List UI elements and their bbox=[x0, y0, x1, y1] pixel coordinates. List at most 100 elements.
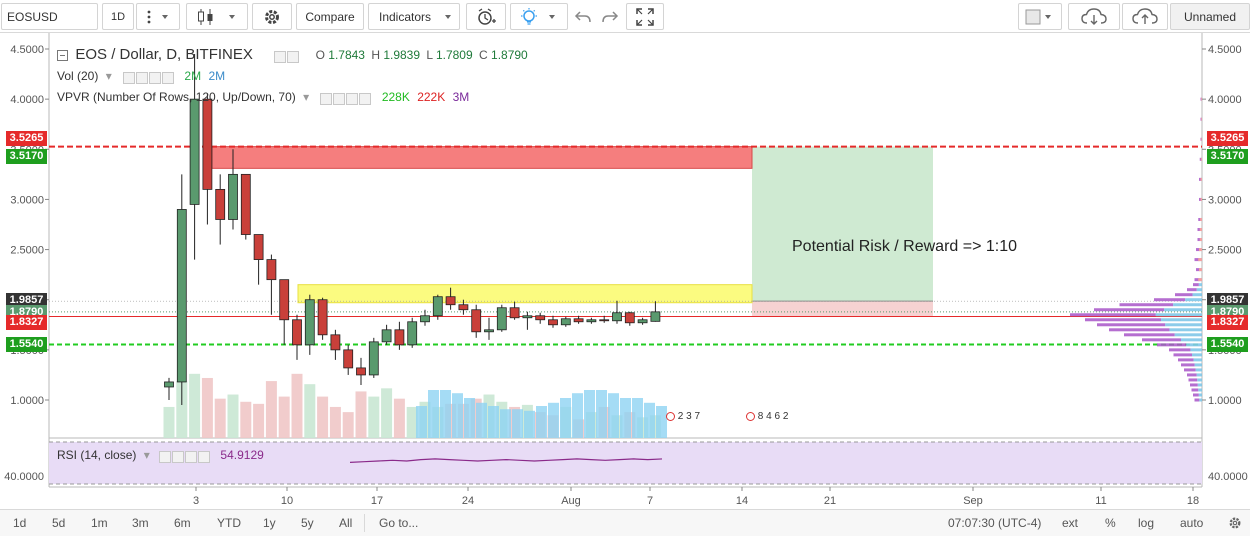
collapse-icon[interactable] bbox=[57, 50, 68, 62]
close-icon[interactable] bbox=[198, 450, 211, 463]
gear-icon[interactable] bbox=[172, 450, 185, 463]
load-layout-button[interactable] bbox=[1068, 3, 1120, 30]
reward-zone bbox=[752, 146, 933, 302]
gear-icon[interactable] bbox=[1228, 516, 1242, 530]
vpvr-row-down bbox=[1184, 368, 1196, 372]
gear-icon[interactable] bbox=[287, 50, 300, 63]
symbol-search-input[interactable]: EOSUSD bbox=[1, 3, 98, 30]
chart-style-button[interactable] bbox=[186, 3, 248, 30]
vpvr-row-up bbox=[1161, 318, 1202, 322]
range-1d[interactable]: 1d bbox=[13, 516, 26, 530]
candle-up bbox=[228, 173, 238, 220]
range-all[interactable]: All bbox=[339, 516, 352, 530]
clock[interactable]: 07:07:30 (UTC-4) bbox=[948, 516, 1041, 530]
candle-up bbox=[612, 312, 622, 322]
close-icon[interactable] bbox=[359, 92, 372, 105]
chart-area[interactable]: 4.50004.50004.00004.00003.50003.50003.00… bbox=[0, 33, 1250, 509]
format-icon[interactable] bbox=[185, 450, 198, 463]
ideas-button[interactable] bbox=[510, 3, 568, 30]
vpvr-row-up bbox=[1192, 293, 1202, 297]
settings-button[interactable] bbox=[252, 3, 292, 30]
cloud-download-icon bbox=[1081, 7, 1107, 25]
candle-down bbox=[330, 334, 341, 351]
ohlc-close: 1.8790 bbox=[491, 48, 528, 62]
fullscreen-button[interactable] bbox=[626, 3, 664, 30]
left-price-tick: 4.5000 bbox=[10, 44, 44, 56]
format-icon[interactable] bbox=[149, 71, 162, 84]
volume-legend-buttons[interactable] bbox=[123, 70, 175, 84]
ohlc-low: 1.7809 bbox=[435, 48, 473, 62]
range-1m[interactable]: 1m bbox=[91, 516, 108, 530]
range-ytd[interactable]: YTD bbox=[217, 516, 241, 530]
toggle-extended-hours[interactable]: ext bbox=[1062, 516, 1078, 530]
chevron-down-icon[interactable]: ▾ bbox=[144, 448, 150, 462]
vpvr-row-up bbox=[1196, 288, 1202, 292]
vpvr-row-down bbox=[1173, 353, 1193, 357]
vpvr-row-down bbox=[1187, 373, 1197, 377]
toggle-log-scale[interactable]: log bbox=[1138, 516, 1154, 530]
time-tick: Sep bbox=[963, 495, 983, 507]
compare-button[interactable]: Compare bbox=[296, 3, 364, 30]
candle-down bbox=[599, 319, 610, 322]
save-layout-button[interactable] bbox=[1122, 3, 1168, 30]
event-count: 3 bbox=[686, 411, 692, 422]
toggle-percent-scale[interactable]: % bbox=[1105, 516, 1116, 530]
vpvr-row-down bbox=[1175, 293, 1193, 297]
volume-bar bbox=[368, 396, 380, 438]
rsi-value: 54.9129 bbox=[220, 448, 264, 462]
chevron-down-icon[interactable]: ▾ bbox=[106, 69, 112, 83]
toggle-auto-scale[interactable]: auto bbox=[1180, 516, 1203, 530]
event-count: 7 bbox=[694, 411, 701, 422]
range-5y[interactable]: 5y bbox=[301, 516, 314, 530]
vpvr-row-down bbox=[1198, 258, 1202, 262]
eye-icon[interactable] bbox=[123, 71, 136, 84]
ohlc-high-label: H bbox=[371, 48, 380, 62]
chart-properties-button[interactable] bbox=[1018, 3, 1062, 30]
price-tag: 1.5540 bbox=[6, 337, 47, 353]
eye-icon[interactable] bbox=[159, 450, 172, 463]
candle-down bbox=[292, 319, 302, 346]
interval-button[interactable]: 1D bbox=[102, 3, 134, 30]
goto-date-button[interactable]: Go to... bbox=[379, 516, 418, 530]
candle-up bbox=[484, 329, 494, 333]
volume-bar bbox=[163, 406, 175, 438]
candle-up bbox=[176, 209, 187, 383]
risk-reward-annotation[interactable]: Potential Risk / Reward => 1:10 bbox=[792, 238, 1017, 256]
time-tick: 14 bbox=[736, 495, 748, 507]
undo-button[interactable] bbox=[570, 3, 596, 30]
range-5d[interactable]: 5d bbox=[52, 516, 65, 530]
entry-zone bbox=[297, 284, 753, 304]
gear-icon[interactable] bbox=[136, 71, 149, 84]
eye-icon[interactable] bbox=[274, 50, 287, 63]
alert-button[interactable] bbox=[466, 3, 506, 30]
redo-button[interactable] bbox=[597, 3, 623, 30]
vpvr-legend-buttons[interactable] bbox=[320, 91, 372, 105]
candle-down bbox=[624, 312, 635, 324]
vpvr-area-bar bbox=[500, 409, 511, 438]
symbol-label: EOSUSD bbox=[7, 9, 58, 24]
rsi-legend-buttons[interactable] bbox=[159, 449, 211, 463]
event-markers-b[interactable]: 8 4 6 2 bbox=[746, 411, 788, 422]
range-1y[interactable]: 1y bbox=[263, 516, 276, 530]
close-icon[interactable] bbox=[162, 71, 175, 84]
price-tag: 1.8327 bbox=[1207, 315, 1248, 331]
vpvr-row-down bbox=[1191, 388, 1199, 392]
eye-icon[interactable] bbox=[320, 92, 333, 105]
chevron-down-icon[interactable]: ▾ bbox=[303, 90, 309, 104]
gear-icon[interactable] bbox=[333, 92, 346, 105]
right-price-tick: 4.0000 bbox=[1208, 94, 1242, 106]
time-tick: 3 bbox=[193, 495, 199, 507]
layout-name-button[interactable]: Unnamed bbox=[1170, 3, 1250, 30]
range-3m[interactable]: 3m bbox=[132, 516, 149, 530]
series-legend-buttons[interactable] bbox=[274, 49, 300, 63]
interval-menu-button[interactable] bbox=[136, 3, 180, 30]
event-markers-a[interactable]: 2 3 7 bbox=[666, 411, 700, 422]
indicators-button[interactable]: Indicators bbox=[368, 3, 460, 30]
vpvr-row-down bbox=[1200, 157, 1202, 161]
vpvr-down-value: 222K bbox=[417, 90, 446, 104]
candle-down bbox=[356, 367, 366, 376]
time-tick: 10 bbox=[281, 495, 293, 507]
format-icon[interactable] bbox=[346, 92, 359, 105]
range-6m[interactable]: 6m bbox=[174, 516, 191, 530]
right-price-tick: 1.0000 bbox=[1208, 395, 1242, 407]
